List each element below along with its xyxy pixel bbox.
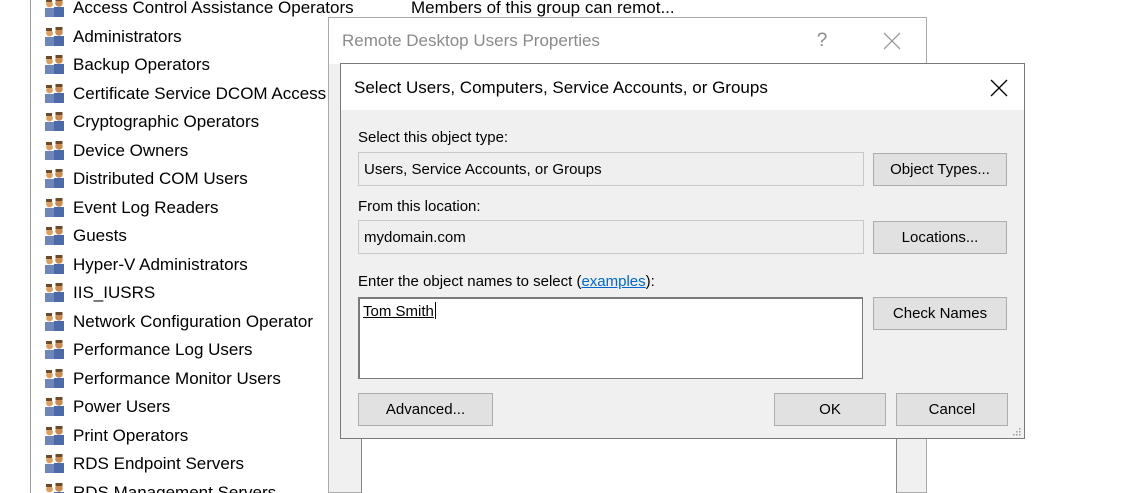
group-icon (44, 482, 66, 493)
list-border (30, 0, 31, 493)
group-icon (44, 26, 66, 48)
group-list-item[interactable]: IIS_IUSRS (44, 279, 155, 307)
group-list-item[interactable]: RDS Endpoint Servers (44, 450, 244, 478)
group-name: Access Control Assistance Operators (73, 0, 354, 17)
resize-grip-icon[interactable] (1011, 426, 1021, 436)
group-list-item[interactable]: Backup Operators (44, 51, 210, 79)
dialog-titlebar: Select Users, Computers, Service Account… (341, 64, 1024, 110)
group-list-item[interactable]: RDS Management Servers (44, 479, 276, 493)
group-list-item[interactable]: Cryptographic Operators (44, 108, 259, 136)
group-name: Administrators (73, 26, 182, 46)
group-list-item[interactable]: Power Users (44, 393, 170, 421)
group-list-item[interactable]: Print Operators (44, 422, 188, 450)
group-icon (44, 168, 66, 190)
names-label: Enter the object names to select (exampl… (358, 273, 655, 290)
close-icon (883, 32, 901, 50)
group-name: Distributed COM Users (73, 169, 248, 188)
properties-close-button[interactable] (877, 28, 907, 54)
dialog-title: Select Users, Computers, Service Account… (354, 78, 768, 97)
group-icon (44, 339, 66, 361)
group-list: Access Control Assistance Operators Admin… (0, 0, 675, 493)
group-icon (44, 282, 66, 304)
properties-titlebar: Remote Desktop Users Properties ? (329, 18, 926, 64)
group-name: IIS_IUSRS (73, 283, 156, 302)
names-label-prefix: Enter the object names to select ( (358, 273, 582, 290)
location-label: From this location: (358, 198, 481, 215)
members-list[interactable] (361, 438, 897, 493)
group-icon (44, 0, 66, 19)
group-icon (44, 453, 66, 475)
group-icon (44, 54, 66, 76)
text-caret (434, 302, 436, 319)
group-name: Certificate Service DCOM Access (73, 83, 327, 103)
group-list-item[interactable]: Administrators (44, 23, 182, 51)
group-icon (44, 368, 66, 390)
ok-button[interactable]: OK (774, 393, 886, 426)
group-name: Guests (73, 226, 127, 245)
group-name: Print Operators (73, 425, 189, 445)
group-name: Power Users (73, 397, 171, 416)
advanced-button[interactable]: Advanced... (358, 393, 493, 426)
group-name: Performance Log Users (73, 340, 253, 359)
group-list-item[interactable]: Certificate Service DCOM Access (44, 80, 326, 108)
group-list-item[interactable]: Hyper-V Administrators (44, 251, 248, 279)
group-name: RDS Endpoint Servers (73, 454, 245, 473)
location-value: mydomain.com (364, 228, 466, 246)
group-list-item[interactable]: Guests (44, 222, 127, 250)
group-list-item[interactable]: Device Owners (44, 137, 188, 165)
group-list-item[interactable]: Performance Monitor Users (44, 365, 281, 393)
group-name: Performance Monitor Users (73, 368, 281, 388)
group-name: Device Owners (73, 140, 189, 160)
cancel-button[interactable]: Cancel (896, 393, 1008, 426)
group-icon (44, 311, 66, 333)
group-list-item[interactable]: Event Log Readers (44, 194, 219, 222)
examples-link[interactable]: examples (581, 273, 645, 290)
group-name: RDS Management Servers (73, 482, 277, 493)
group-name: Network Configuration Operator (73, 311, 314, 331)
group-icon (44, 396, 66, 418)
group-icon (44, 225, 66, 247)
help-icon: ? (816, 30, 828, 51)
group-icon (44, 197, 66, 219)
group-name: Hyper-V Administrators (73, 254, 248, 274)
object-type-label: Select this object type: (358, 129, 509, 146)
group-list-item[interactable]: Distributed COM Users (44, 165, 248, 193)
select-users-dialog: Select Users, Computers, Service Account… (340, 63, 1025, 439)
close-icon (990, 79, 1008, 97)
properties-title: Remote Desktop Users Properties (342, 31, 600, 50)
object-type-value: Users, Service Accounts, or Groups (364, 160, 602, 178)
group-list-item[interactable]: Performance Log Users (44, 336, 253, 364)
group-icon (44, 140, 66, 162)
group-list-item[interactable]: Network Configuration Operator (44, 308, 313, 336)
group-icon (44, 111, 66, 133)
group-list-item[interactable]: Access Control Assistance Operators (44, 0, 354, 22)
object-types-button[interactable]: Object Types... (873, 153, 1007, 186)
object-names-text: Tom Smith (363, 302, 436, 320)
group-name: Cryptographic Operators (73, 112, 260, 131)
group-icon (44, 425, 66, 447)
check-names-button[interactable]: Check Names (873, 297, 1007, 330)
locations-button[interactable]: Locations... (873, 221, 1007, 254)
group-name: Event Log Readers (73, 197, 219, 217)
help-button[interactable]: ? (808, 28, 836, 54)
names-label-suffix: ): (645, 273, 655, 290)
object-names-input[interactable]: Tom Smith (358, 297, 863, 379)
location-field: mydomain.com (358, 220, 864, 254)
object-names-value: Tom Smith (363, 303, 434, 320)
object-type-field: Users, Service Accounts, or Groups (358, 152, 864, 186)
group-icon (44, 254, 66, 276)
group-icon (44, 83, 66, 105)
group-name: Backup Operators (73, 55, 211, 74)
dialog-close-button[interactable] (984, 75, 1014, 101)
